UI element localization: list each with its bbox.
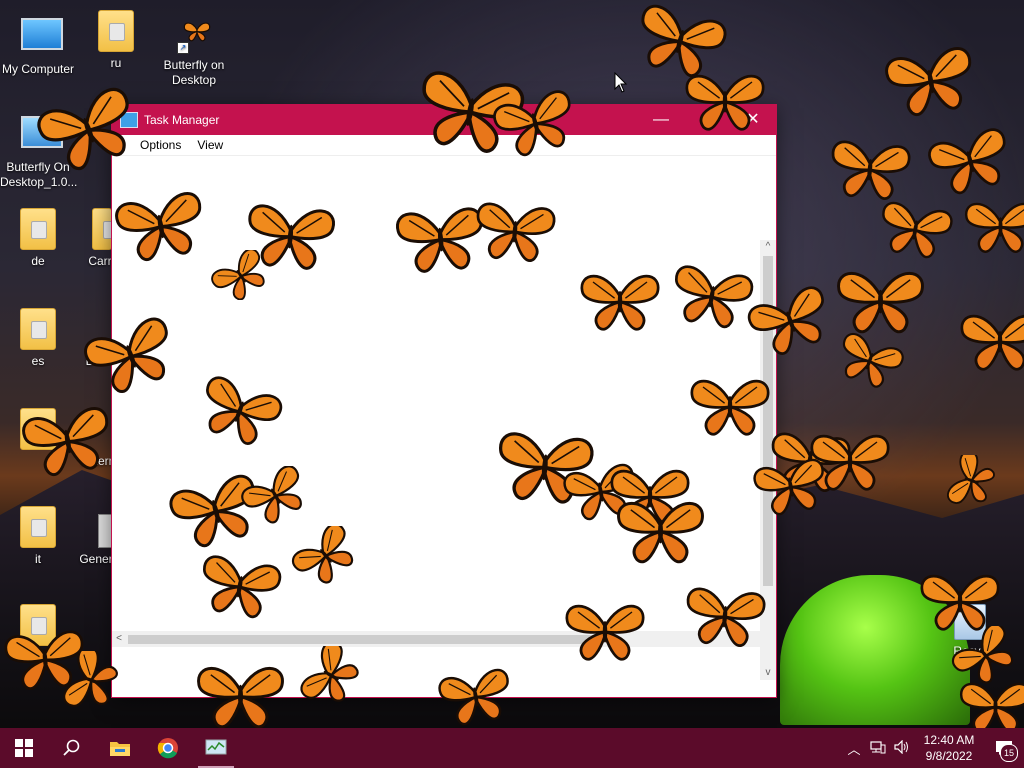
butterfly-icon — [920, 575, 1000, 631]
butterfly-icon — [686, 587, 766, 647]
network-icon[interactable] — [866, 740, 890, 757]
action-center-button[interactable]: 15 — [984, 728, 1024, 768]
butterfly-icon — [206, 376, 283, 445]
file-explorer-icon — [110, 742, 130, 756]
folder-icon — [20, 506, 56, 548]
butterfly-icon — [964, 202, 1024, 253]
desktop-icon-partial[interactable]: Gener — [78, 514, 116, 567]
desktop-icon-my-computer[interactable]: My Computer — [0, 10, 76, 77]
chevron-up-icon[interactable]: ︿ — [842, 739, 866, 758]
folder-icon — [20, 308, 56, 350]
desktop-icon-label: My Computer — [1, 62, 75, 76]
clock-time: 12:40 AM — [923, 733, 975, 747]
butterfly-icon — [493, 90, 571, 157]
desktop-icon-label: ru — [110, 56, 122, 70]
computer-icon — [21, 18, 63, 58]
butterfly-icon — [842, 333, 904, 388]
chrome-button[interactable] — [144, 728, 192, 768]
butterfly-icon — [437, 668, 509, 725]
desktop-icon-label: Carr — [88, 254, 112, 268]
butterfly-icon — [114, 192, 201, 262]
butterfly-icon — [300, 646, 359, 702]
butterfly-icon — [83, 318, 168, 394]
horizontal-scrollbar[interactable]: < — [112, 631, 760, 647]
search-button[interactable] — [48, 728, 96, 768]
window-title: Task Manager — [144, 113, 220, 127]
butterfly-icon — [752, 458, 824, 515]
clock[interactable]: 12:40 AM 9/8/2022 — [914, 732, 984, 764]
volume-icon[interactable] — [890, 739, 914, 757]
butterfly-shortcut-icon: ↗ — [177, 14, 211, 54]
start-button[interactable] — [0, 728, 48, 768]
folder-icon — [98, 10, 134, 52]
butterfly-icon — [476, 202, 556, 262]
butterfly-icon — [565, 605, 645, 661]
menu-item-view[interactable]: View — [189, 138, 231, 152]
butterfly-icon — [674, 265, 754, 329]
minimize-button[interactable]: — — [638, 105, 684, 135]
butterfly-icon — [210, 249, 265, 301]
butterfly-icon — [63, 651, 118, 708]
task-manager-taskbar-button[interactable] — [192, 728, 240, 768]
search-icon — [63, 739, 80, 756]
desktop-icon-es[interactable]: es — [0, 308, 76, 369]
windows-start-icon — [15, 739, 33, 757]
butterfly-icon — [196, 667, 284, 729]
chrome-icon — [157, 738, 178, 759]
butterfly-icon — [37, 87, 129, 170]
butterfly-icon — [881, 201, 953, 258]
scroll-up-button[interactable]: ^ — [760, 240, 776, 254]
butterfly-icon — [241, 466, 302, 524]
butterfly-icon — [884, 47, 971, 117]
butterfly-icon — [580, 275, 660, 331]
desktop-icon-ru[interactable]: ru — [78, 10, 154, 71]
system-tray: ︿ 12:40 AM 9/8/2022 15 — [842, 728, 1024, 768]
butterfly-icon — [202, 555, 282, 619]
clock-date: 9/8/2022 — [925, 749, 973, 763]
butterfly-icon — [616, 502, 704, 564]
taskbar: ︿ 12:40 AM 9/8/2022 15 — [0, 728, 1024, 768]
butterfly-icon — [960, 315, 1024, 371]
butterfly-icon — [928, 128, 1006, 195]
butterfly-icon — [291, 526, 354, 584]
butterfly-icon — [946, 454, 995, 504]
file-explorer-button[interactable] — [96, 728, 144, 768]
desktop-icon-it[interactable]: it — [0, 506, 76, 567]
desktop-icon-label: Butterfly on Desktop — [163, 58, 225, 87]
scroll-down-button[interactable]: v — [760, 666, 776, 680]
butterfly-icon — [831, 140, 911, 200]
desktop-icon-label: Gener — [79, 552, 113, 566]
notification-count-badge: 15 — [1000, 744, 1018, 762]
mouse-cursor-icon — [614, 72, 628, 93]
horizontal-scroll-thumb[interactable] — [128, 635, 598, 644]
butterfly-icon — [685, 75, 765, 131]
folder-icon — [92, 208, 119, 250]
desktop-icon-butterfly-on-desktop[interactable]: ↗ Butterfly on Desktop — [156, 14, 232, 88]
butterfly-icon — [21, 407, 108, 477]
butterfly-icon — [747, 286, 824, 355]
desktop-icon-label: it — [35, 552, 41, 566]
folder-icon — [20, 208, 56, 250]
desktop-icon-label: de — [31, 254, 45, 268]
butterfly-icon — [690, 380, 770, 436]
desktop-icon-de[interactable]: de — [0, 208, 76, 269]
butterfly-icon — [836, 272, 924, 334]
task-manager-icon — [205, 739, 227, 755]
desktop-icon-label: es — [31, 354, 45, 368]
scroll-left-button[interactable]: < — [112, 631, 126, 647]
